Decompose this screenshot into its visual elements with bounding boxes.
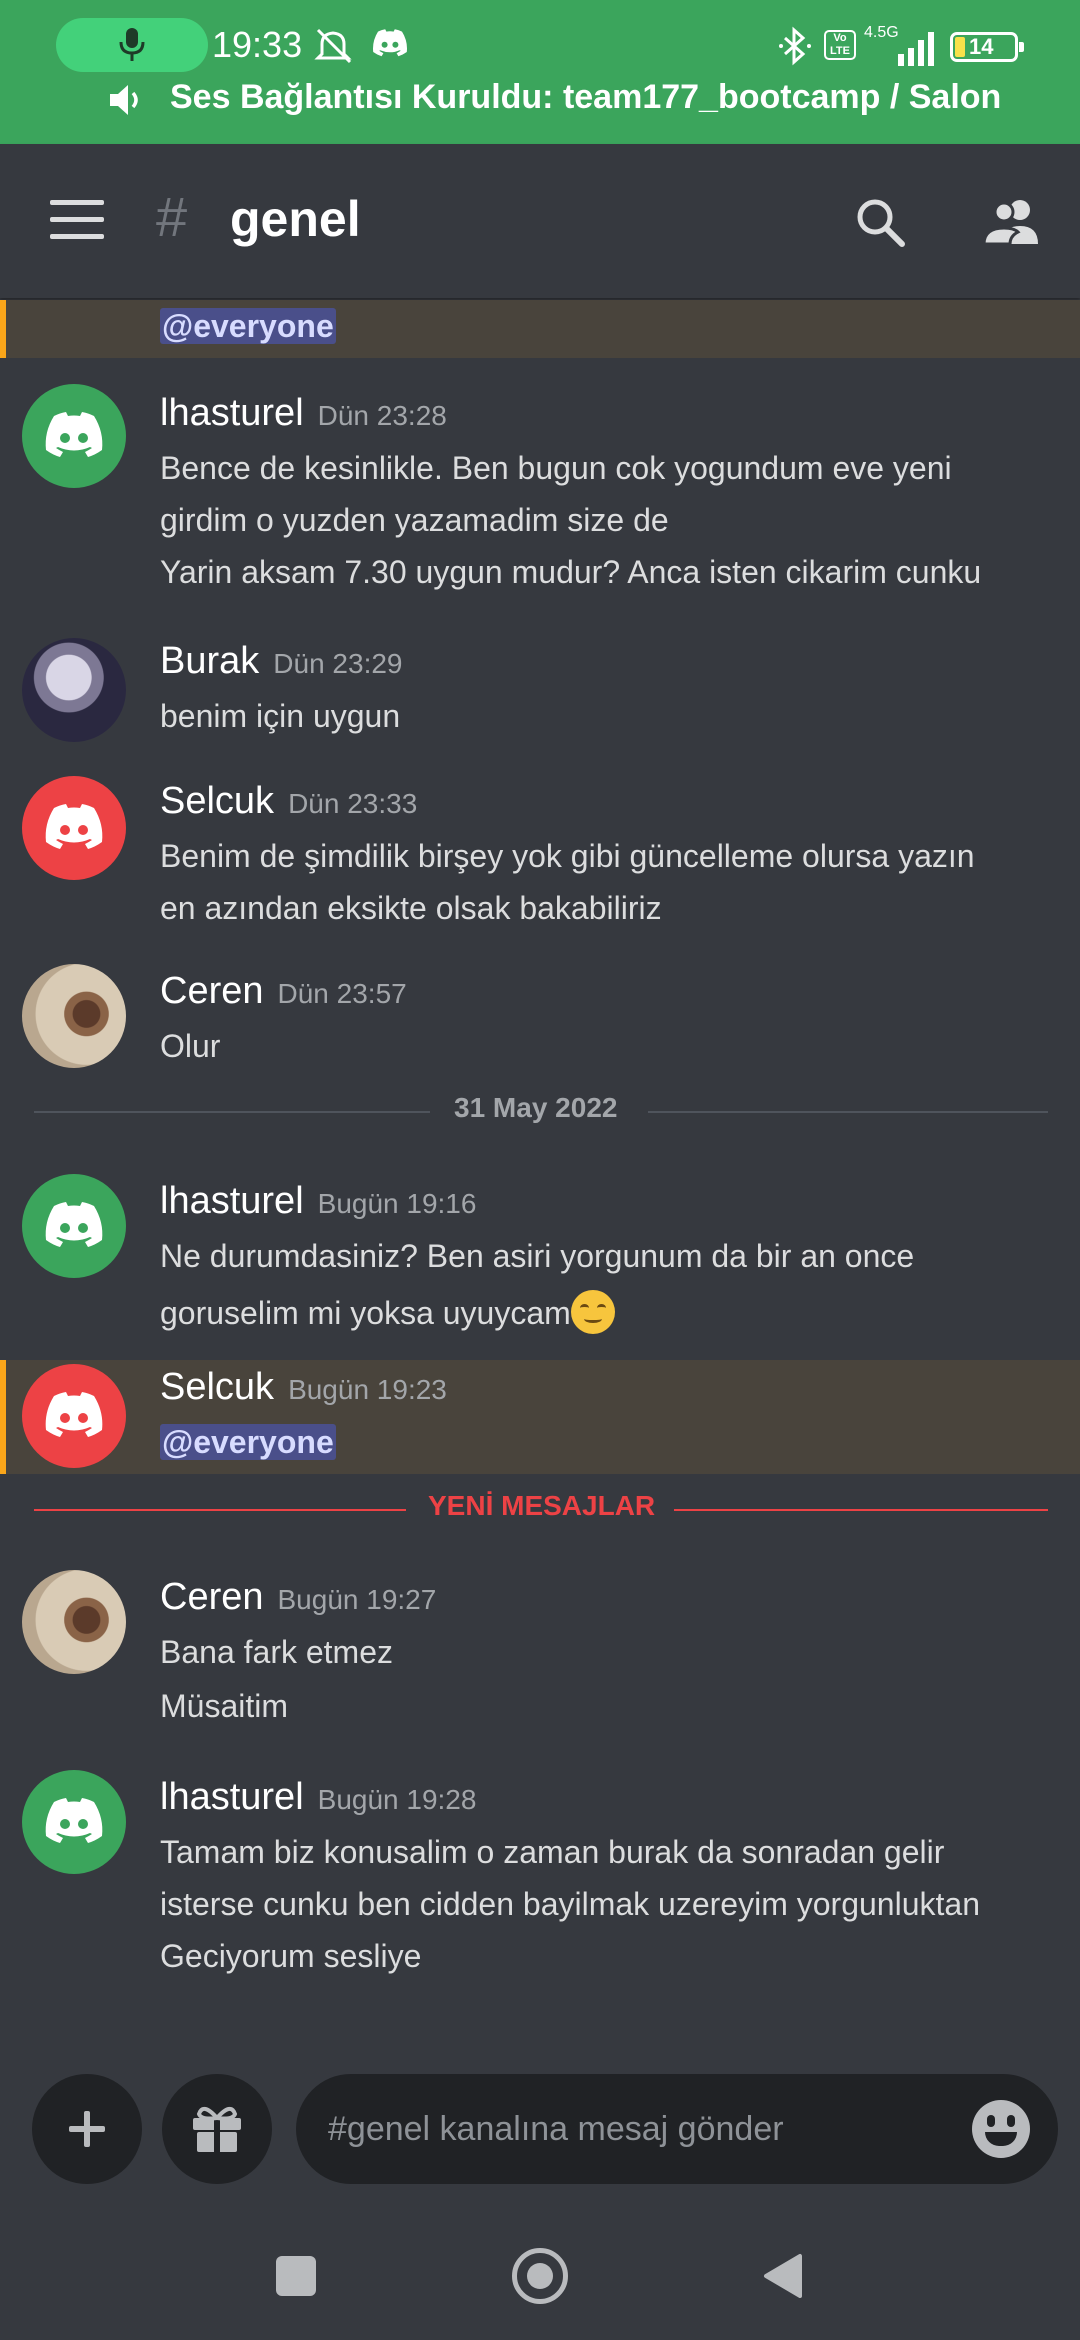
- smiling-emoji-icon: [570, 1290, 615, 1334]
- timestamp: Bugün 19:28: [317, 1784, 477, 1815]
- mic-icon: [119, 28, 145, 61]
- avatar[interactable]: [22, 1770, 126, 1874]
- discord-icon: [373, 29, 407, 57]
- add-attachment-button[interactable]: [32, 2074, 142, 2184]
- message-item[interactable]: lhasturel Bugün 19:28 Tamam biz konusalim…: [0, 1770, 1080, 1990]
- nav-square-icon[interactable]: [276, 2256, 316, 2296]
- gift-button[interactable]: [162, 2074, 272, 2184]
- message-item[interactable]: Selcuk Bugün 19:23 @everyone: [0, 1360, 1080, 1474]
- voice-connected-label: Ses Bağlantısı Kuruldu: team177_bootcamp…: [170, 78, 1002, 116]
- avatar[interactable]: [22, 384, 126, 488]
- emoji-icon[interactable]: [972, 2100, 1030, 2158]
- search-icon[interactable]: [854, 196, 906, 248]
- members-icon[interactable]: [982, 196, 1042, 246]
- channel-title: genel: [230, 191, 361, 247]
- discord-icon: [45, 804, 103, 849]
- author-name[interactable]: Selcuk: [160, 1366, 274, 1408]
- clock: 19:33: [212, 24, 303, 65]
- voice-status-bar[interactable]: 19:33 Vo LTE 4.5G 14 Ses Bağlantısı Kuru…: [0, 0, 1080, 144]
- avatar[interactable]: [22, 1364, 126, 1468]
- message-text: en azından eksikte olsak bakabiliriz: [160, 890, 662, 926]
- avatar[interactable]: [22, 1174, 126, 1278]
- message-item[interactable]: Ceren Dün 23:57 Olur: [0, 964, 1080, 1074]
- menu-icon[interactable]: [50, 200, 104, 240]
- nav-circle-icon[interactable]: [512, 2248, 568, 2304]
- avatar[interactable]: [22, 638, 126, 742]
- message-item[interactable]: Burak Dün 23:29 benim için uygun: [0, 632, 1080, 742]
- avatar[interactable]: [22, 964, 126, 1068]
- new-messages-label: YENİ MESAJLAR: [428, 1490, 656, 1521]
- everyone-mention[interactable]: @everyone: [160, 1424, 336, 1460]
- message-text: Olur: [160, 1028, 221, 1064]
- channel-hash-icon: #: [156, 185, 188, 248]
- message-item[interactable]: lhasturel Bugün 19:16 Ne durumdasiniz? Be…: [0, 1174, 1080, 1334]
- message-input-placeholder: #genel kanalına mesaj gönder: [328, 2110, 784, 2148]
- volte-badge: Vo LTE: [824, 30, 856, 60]
- message-text: Tamam biz konusalim o zaman burak da son…: [160, 1834, 945, 1870]
- timestamp: Dün 23:29: [273, 648, 403, 679]
- android-nav-bar: [0, 2196, 1080, 2340]
- date-label: 31 May 2022: [454, 1092, 618, 1123]
- gift-icon: [193, 2106, 241, 2152]
- author-name[interactable]: lhasturel: [160, 392, 304, 434]
- author-name[interactable]: lhasturel: [160, 1180, 304, 1222]
- everyone-mention[interactable]: @everyone: [160, 308, 336, 344]
- timestamp: Dün 23:28: [317, 400, 447, 431]
- message-text: Benim de şimdilik birşey yok gibi güncel…: [160, 838, 975, 874]
- message-text: girdim o yuzden yazamadim size de: [160, 502, 669, 538]
- avatar[interactable]: [22, 776, 126, 880]
- discord-icon: [45, 1202, 103, 1247]
- mute-bell-icon: [314, 28, 352, 64]
- message-item[interactable]: lhasturel Dün 23:28 Bence de kesinlikle. …: [0, 384, 1080, 606]
- message-item[interactable]: Ceren Bugün 19:27 Bana fark etmez Müsaiti…: [0, 1570, 1080, 1730]
- nav-back-icon[interactable]: [760, 2252, 804, 2300]
- avatar[interactable]: [22, 1570, 126, 1674]
- message-text: Ne durumdasiniz? Ben asiri yorgunum da b…: [160, 1238, 915, 1274]
- speaker-icon: [110, 85, 138, 115]
- author-name[interactable]: Selcuk: [160, 780, 274, 822]
- message-text: Yarin aksam 7.30 uygun mudur? Anca isten…: [160, 554, 982, 590]
- timestamp: Bugün 19:27: [277, 1584, 437, 1615]
- message-input[interactable]: #genel kanalına mesaj gönder: [296, 2074, 1058, 2184]
- new-messages-divider: YENİ MESAJLAR: [34, 1490, 1048, 1530]
- discord-icon: [45, 1392, 103, 1437]
- author-name[interactable]: Burak: [160, 640, 259, 682]
- date-divider: 31 May 2022: [34, 1092, 1048, 1132]
- message-text: Bana fark etmez: [160, 1634, 393, 1670]
- author-name[interactable]: Ceren: [160, 1576, 264, 1618]
- message-text: Bence de kesinlikle. Ben bugun cok yogun…: [160, 450, 952, 486]
- timestamp: Dün 23:57: [277, 978, 407, 1009]
- message-composer: #genel kanalına mesaj gönder: [0, 2074, 1080, 2196]
- author-name[interactable]: Ceren: [160, 970, 264, 1012]
- message-text: isterse cunku ben cidden bayilmak uzerey…: [160, 1886, 980, 1922]
- message-text: benim için uygun: [160, 698, 401, 734]
- plus-icon: [69, 2111, 105, 2147]
- message-text: goruselim mi yoksa uyuycam: [160, 1295, 571, 1331]
- message-text: Geciyorum sesliye: [160, 1938, 422, 1974]
- message-item[interactable]: @everyone: [0, 300, 1080, 358]
- message-text: Müsaitim: [160, 1688, 289, 1724]
- timestamp: Bugün 19:23: [288, 1374, 447, 1405]
- system-status-bar: 19:33 Vo LTE 4.5G 14: [0, 14, 1080, 78]
- message-item[interactable]: Selcuk Dün 23:33 Benim de şimdilik birşey…: [0, 776, 1080, 936]
- bluetooth-icon: [779, 26, 811, 66]
- battery-icon: 14: [950, 32, 1024, 62]
- channel-header: # genel: [0, 144, 1080, 298]
- discord-icon: [45, 1798, 103, 1843]
- timestamp: Bugün 19:16: [317, 1188, 477, 1219]
- timestamp: Dün 23:33: [288, 788, 418, 819]
- battery-level: 14: [969, 34, 994, 59]
- mic-active-pill[interactable]: [56, 18, 208, 72]
- discord-icon: [45, 412, 103, 457]
- author-name[interactable]: lhasturel: [160, 1776, 304, 1818]
- signal-icon: [898, 32, 934, 66]
